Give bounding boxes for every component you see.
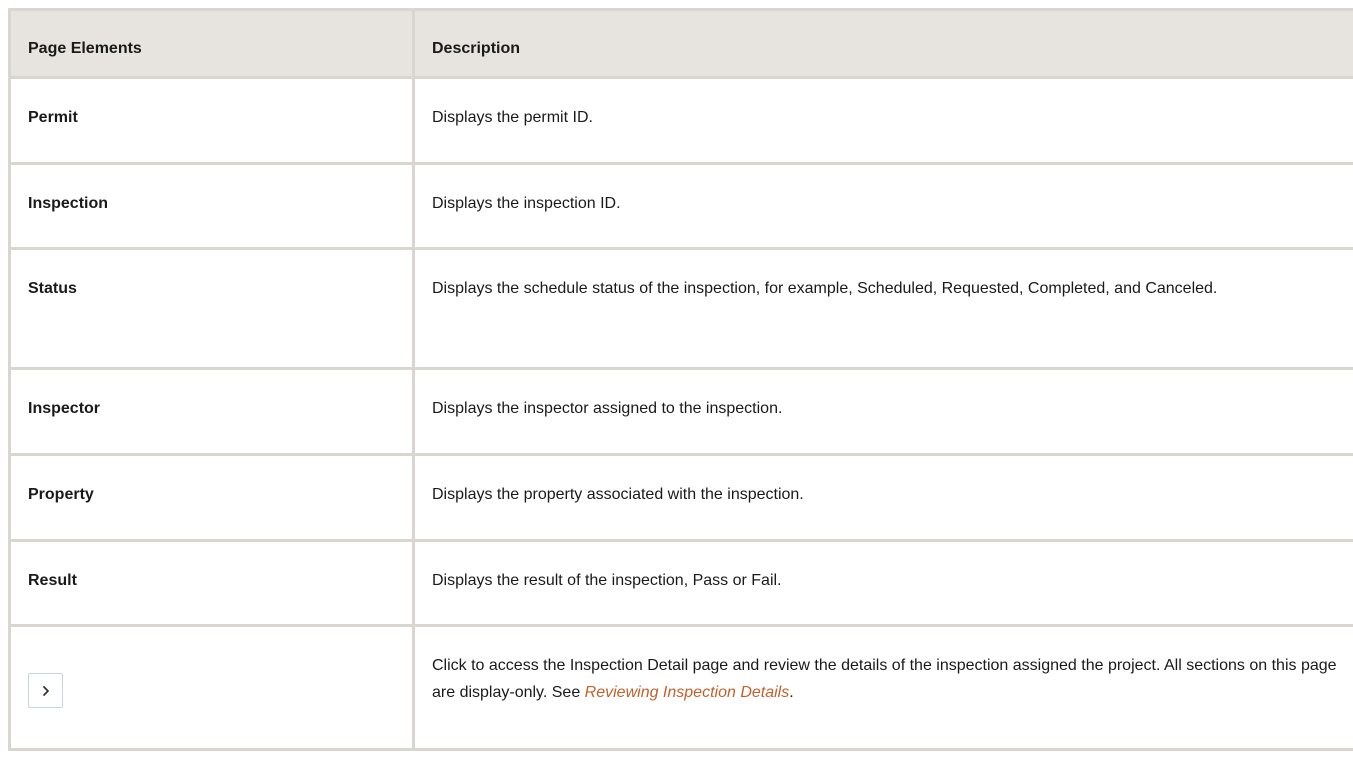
element-description: Displays the result of the inspection, P…: [412, 539, 1353, 627]
element-name: Permit: [8, 76, 415, 165]
table-header-row: Page Elements Description: [8, 8, 1353, 79]
nav-description-end: .: [789, 684, 794, 701]
element-description: Displays the property associated with th…: [412, 453, 1353, 542]
table-row: Permit Displays the permit ID.: [8, 76, 1353, 165]
reviewing-inspection-details-link[interactable]: Reviewing Inspection Details: [585, 684, 790, 701]
element-description: Displays the permit ID.: [412, 76, 1353, 165]
table-row: Click to access the Inspection Detail pa…: [8, 624, 1353, 751]
element-description: Displays the inspector assigned to the i…: [412, 367, 1353, 456]
element-name: Property: [8, 453, 415, 542]
chevron-right-icon: [42, 685, 49, 696]
element-name: Inspector: [8, 367, 415, 456]
element-description: Displays the inspection ID.: [412, 162, 1353, 250]
chevron-right-button[interactable]: [28, 673, 63, 708]
page-elements-table: Page Elements Description Permit Display…: [8, 8, 1353, 751]
element-name: Result: [8, 539, 415, 627]
table-row: Inspector Displays the inspector assigne…: [8, 367, 1353, 456]
element-description: Click to access the Inspection Detail pa…: [412, 624, 1353, 751]
table-row: Result Displays the result of the inspec…: [8, 539, 1353, 627]
header-description: Description: [412, 8, 1353, 79]
table-row: Inspection Displays the inspection ID.: [8, 162, 1353, 250]
table-row: Status Displays the schedule status of t…: [8, 247, 1353, 370]
element-name: Status: [8, 247, 415, 370]
element-description: Displays the schedule status of the insp…: [412, 247, 1353, 370]
header-page-elements: Page Elements: [8, 8, 415, 79]
element-name: Inspection: [8, 162, 415, 250]
table-row: Property Displays the property associate…: [8, 453, 1353, 542]
nav-description-text: Click to access the Inspection Detail pa…: [432, 657, 1337, 701]
element-icon-cell: [8, 624, 415, 751]
